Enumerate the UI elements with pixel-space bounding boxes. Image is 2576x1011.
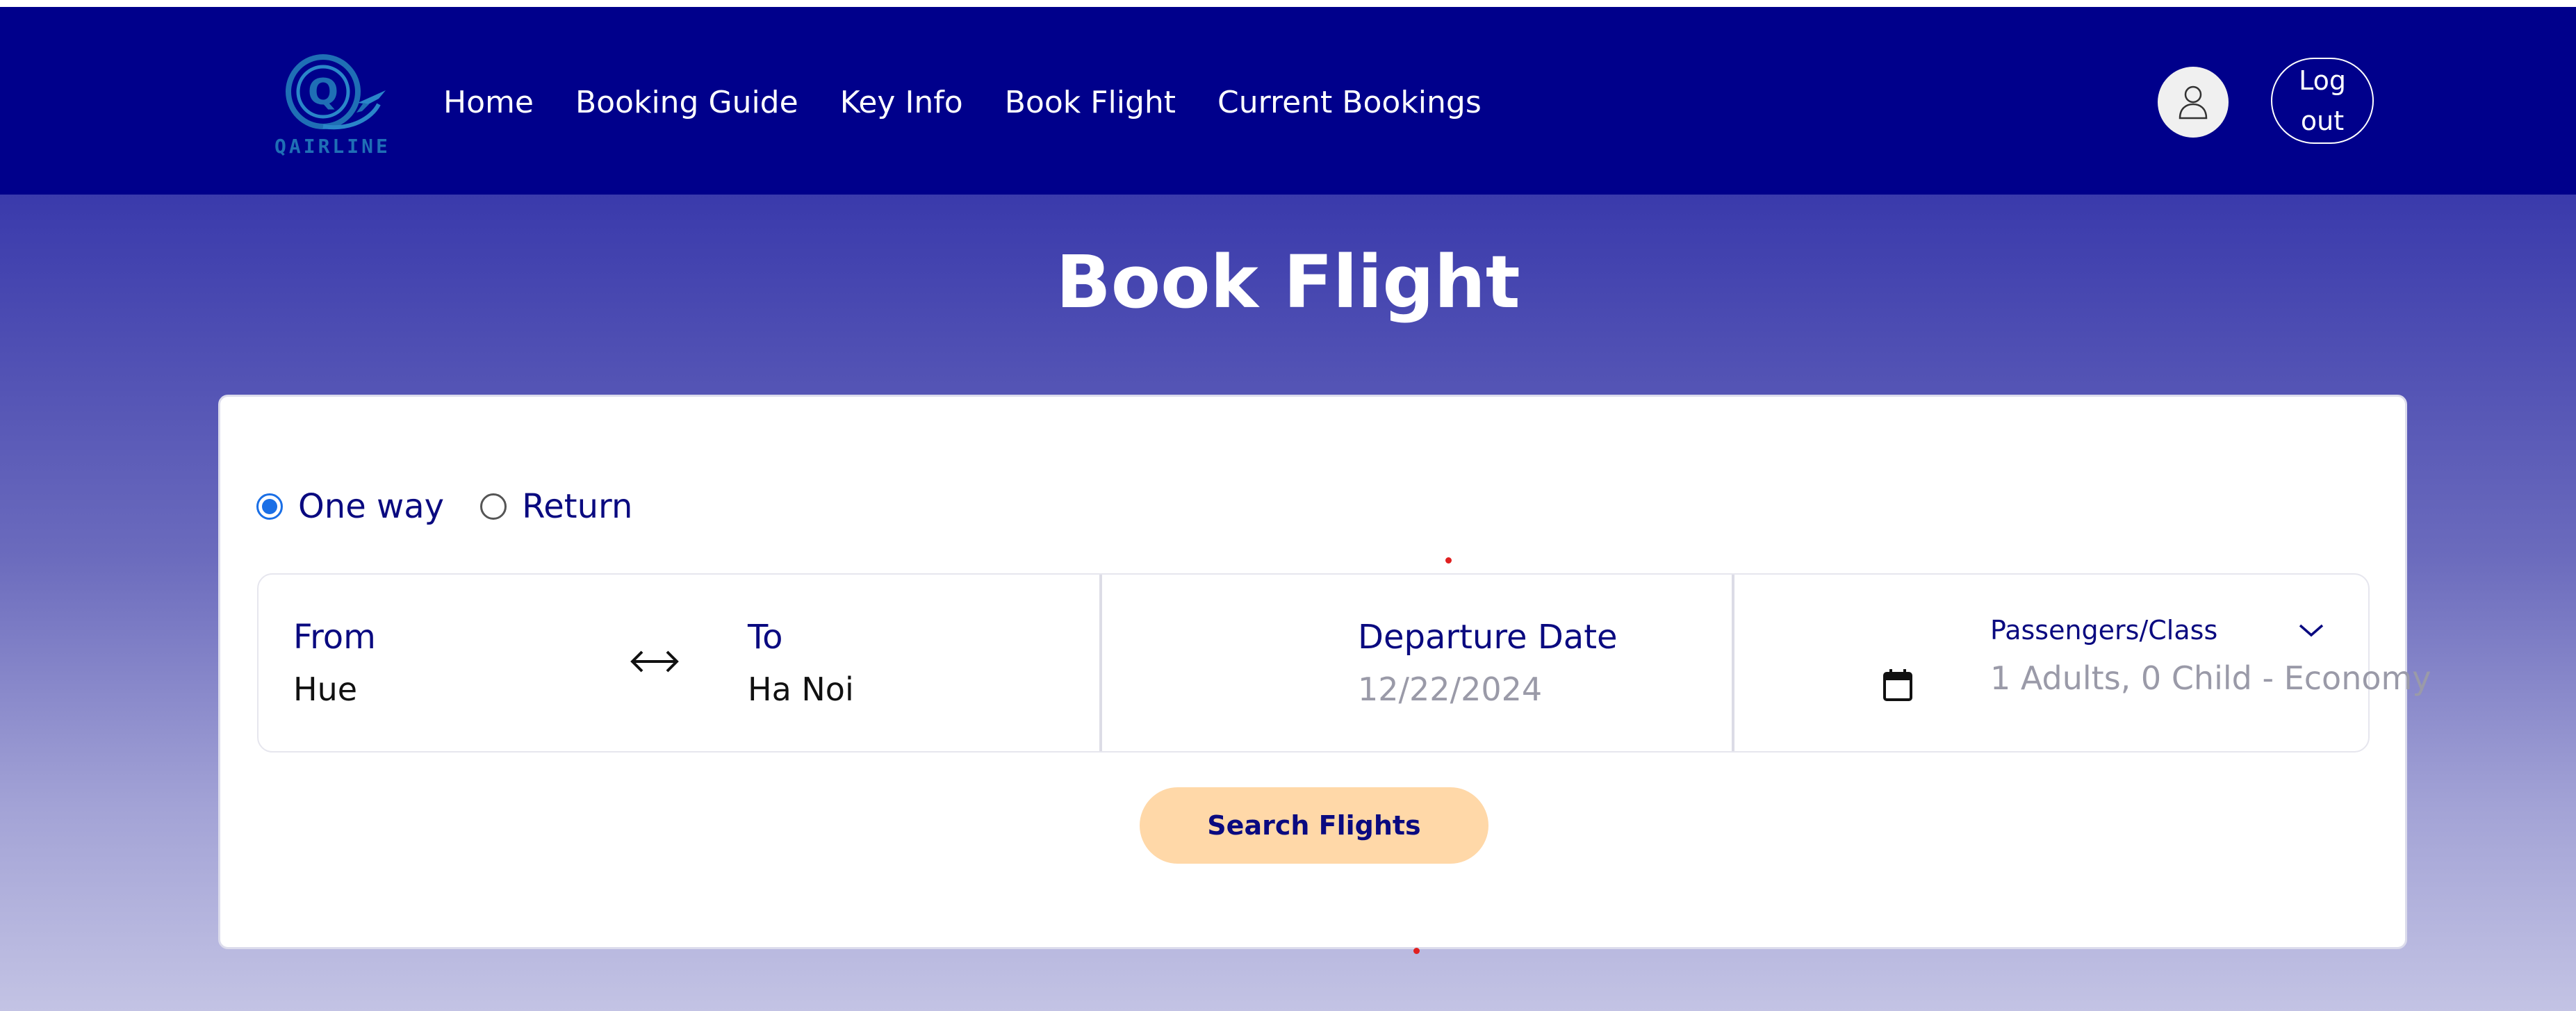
user-avatar-button[interactable] <box>2158 67 2229 138</box>
marker-dot <box>1445 557 1452 564</box>
airline-logo-icon: Q <box>286 54 386 130</box>
swap-button[interactable] <box>627 644 682 679</box>
logout-label-line2: out <box>2300 106 2345 136</box>
trip-type-group: One way Return <box>256 487 632 526</box>
trip-type-return[interactable]: Return <box>480 487 632 526</box>
departure-date-input[interactable]: 12/22/2024 <box>1358 671 1542 708</box>
calendar-icon <box>1883 669 1912 701</box>
main-nav: Home Booking Guide Key Info Book Flight … <box>443 85 1482 120</box>
nav-home[interactable]: Home <box>443 85 534 120</box>
page-title: Book Flight <box>1056 240 1520 324</box>
from-label: From <box>293 618 376 657</box>
trip-type-one-way[interactable]: One way <box>256 487 444 526</box>
passengers-class-select[interactable]: 1 Adults, 0 Child - Economy <box>1990 659 2431 697</box>
logout-label-line1: Log <box>2299 65 2346 96</box>
svg-text:Q: Q <box>308 72 338 113</box>
return-label: Return <box>522 487 633 526</box>
to-label: To <box>748 618 783 657</box>
booking-card: One way Return From Hue To Ha Noi Depart… <box>218 395 2431 949</box>
swap-arrows-icon <box>630 650 679 673</box>
top-border <box>0 0 2576 7</box>
marker-dot <box>1413 948 1420 954</box>
chevron-down-icon <box>2299 624 2324 637</box>
nav-booking-guide[interactable]: Booking Guide <box>575 85 798 120</box>
return-radio[interactable] <box>480 493 507 520</box>
one-way-label: One way <box>298 487 445 526</box>
departure-date-label: Departure Date <box>1358 618 1618 657</box>
flight-search-fields: From Hue To Ha Noi Departure Date 12/22/… <box>257 573 2431 753</box>
one-way-radio[interactable] <box>256 493 283 520</box>
search-flights-button[interactable]: Search Flights <box>1140 787 1488 864</box>
nav-key-info[interactable]: Key Info <box>840 85 963 120</box>
nav-current-bookings[interactable]: Current Bookings <box>1217 85 1482 120</box>
passengers-dropdown-toggle[interactable] <box>2297 620 2325 641</box>
field-divider-2 <box>1732 575 1734 751</box>
to-field[interactable]: Ha Noi <box>748 671 854 708</box>
airline-logo[interactable]: Q QAIRLINE <box>274 49 389 163</box>
nav-book-flight[interactable]: Book Flight <box>1005 85 1176 120</box>
logo-text: QAIRLINE <box>274 135 391 158</box>
passengers-class-label: Passengers/Class <box>1990 615 2218 646</box>
field-divider-1 <box>1099 575 1102 751</box>
from-field[interactable]: Hue <box>293 671 357 708</box>
user-icon <box>2179 85 2208 120</box>
logout-button[interactable]: Log out <box>2271 58 2374 144</box>
calendar-button[interactable] <box>1882 668 1914 702</box>
header: Q QAIRLINE Home Booking Guide Key Info B… <box>0 7 2576 195</box>
